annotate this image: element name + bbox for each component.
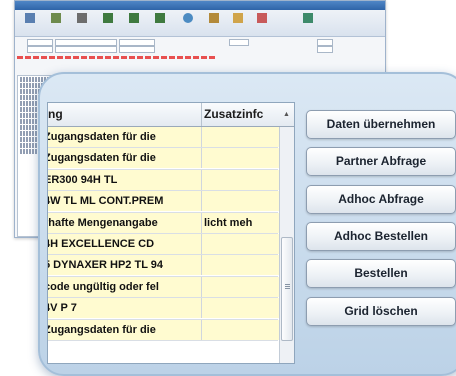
vertical-scrollbar[interactable] (279, 127, 294, 363)
sort-up-icon[interactable]: ▲ (279, 103, 294, 126)
adhoc-abfrage-button[interactable]: Adhoc Abfrage (306, 185, 456, 214)
form-field[interactable] (317, 39, 333, 46)
exit-icon (303, 13, 313, 23)
cell-zusatzinfo (202, 298, 280, 319)
cell-name: code ungültig oder fel (48, 276, 202, 297)
grid-icon (51, 13, 61, 23)
cell-text: rhafte Mengenangabe (48, 216, 158, 229)
cell-zusatzinfo (202, 319, 280, 340)
calendar-icon (257, 13, 267, 23)
toolbar-button[interactable] (45, 12, 67, 34)
background-title-bar (15, 1, 385, 10)
cell-zusatzinfo (202, 191, 280, 212)
form-field[interactable] (119, 46, 155, 53)
form-field[interactable] (229, 39, 249, 46)
cell-name: 4H EXCELLENCE CD (48, 233, 202, 254)
cell-text: Zugangsdaten für die (48, 323, 156, 336)
result-grid[interactable]: ng Zusatzinfc ▲ Zugangsdaten für die Zug… (47, 102, 295, 364)
folder-icon (233, 13, 243, 23)
form-field[interactable] (27, 39, 53, 46)
cell-zusatzinfo (202, 276, 280, 297)
column-header-zusatzinfo[interactable]: Zusatzinfc (202, 103, 280, 126)
toolbar-button[interactable] (19, 12, 41, 34)
cell-zusatzinfo (202, 127, 280, 147)
toolbar-button[interactable] (177, 12, 199, 34)
cell-zusatzinfo (202, 255, 280, 276)
cell-text: 4V P 7 (48, 302, 77, 315)
background-form (15, 37, 385, 53)
cell-text: 4W TL ML CONT.PREM (48, 195, 164, 208)
cell-name: 4V P 7 (48, 298, 202, 319)
zoom-panel: ng Zusatzinfc ▲ Zugangsdaten für die Zug… (38, 72, 456, 376)
cell-zusatzinfo: licht meh (202, 212, 280, 233)
table-row[interactable]: ER300 94H TL (48, 169, 280, 192)
table-row[interactable]: Zugangsdaten für die (48, 127, 280, 149)
cell-name: rhafte Mengenangabe (48, 212, 202, 233)
bestellen-button[interactable]: Bestellen (306, 259, 456, 288)
cell-zusatzinfo (202, 148, 280, 169)
grid-loeschen-button[interactable]: Grid löschen (306, 297, 456, 326)
table-row[interactable]: 4H EXCELLENCE CD (48, 233, 280, 256)
partner-abfrage-button[interactable]: Partner Abfrage (306, 147, 456, 176)
cell-text: Zugangsdaten für die (48, 131, 156, 143)
scrollbar-thumb[interactable] (281, 237, 293, 341)
toolbar-button[interactable] (227, 12, 249, 34)
cell-name: 5 DYNAXER HP2 TL 94 (48, 255, 202, 276)
daten-uebernehmen-button[interactable]: Daten übernehmen (306, 110, 456, 139)
print-icon (77, 13, 87, 23)
table-icon (129, 13, 139, 23)
toolbar-button[interactable] (149, 12, 171, 34)
table-row[interactable]: 5 DYNAXER HP2 TL 94 (48, 255, 280, 277)
form-field[interactable] (55, 39, 117, 46)
grid-rows: Zugangsdaten für die Zugangsdaten für di… (48, 127, 280, 341)
cell-text: 4H EXCELLENCE CD (48, 237, 155, 250)
cell-name: 4W TL ML CONT.PREM (48, 191, 202, 212)
cell-text: ER300 94H TL (48, 173, 118, 186)
cell-zusatzinfo (202, 169, 280, 190)
background-toolbar (15, 10, 385, 37)
column-header-name[interactable]: ng (48, 103, 202, 126)
form-field[interactable] (119, 39, 155, 46)
grid-header: ng Zusatzinfc ▲ (48, 103, 294, 127)
toolbar-button[interactable] (123, 12, 145, 34)
cell-text: code ungültig oder fel (48, 280, 159, 293)
table-row[interactable]: 4W TL ML CONT.PREM (48, 191, 280, 213)
cell-name: Zugangsdaten für die (48, 319, 202, 340)
toolbar-button[interactable] (297, 12, 319, 34)
error-text-line (17, 56, 217, 59)
form-field[interactable] (27, 46, 53, 53)
box-icon (209, 13, 219, 23)
table-icon (103, 13, 113, 23)
table-row[interactable]: Zugangsdaten für die (48, 319, 280, 341)
toolbar-button[interactable] (97, 12, 119, 34)
cell-text: Zugangsdaten für die (48, 152, 156, 165)
cell-name: ER300 94H TL (48, 169, 202, 190)
cell-name: Zugangsdaten für die (48, 148, 202, 169)
table-row[interactable]: rhafte Mengenangabe licht meh (48, 212, 280, 234)
cell-zusatzinfo (202, 233, 280, 254)
form-field[interactable] (317, 46, 333, 53)
table-row[interactable]: 4V P 7 (48, 298, 280, 320)
grip-icon (285, 284, 290, 285)
document-icon (25, 13, 35, 23)
table-row[interactable]: code ungültig oder fel (48, 276, 280, 299)
toolbar-button[interactable] (71, 12, 93, 34)
refresh-icon (183, 13, 193, 23)
toolbar-button[interactable] (251, 12, 273, 34)
table-icon (155, 13, 165, 23)
table-row[interactable]: Zugangsdaten für die (48, 148, 280, 170)
toolbar-button[interactable] (203, 12, 225, 34)
cell-name: Zugangsdaten für die (48, 127, 202, 147)
cell-text: 5 DYNAXER HP2 TL 94 (48, 259, 164, 272)
adhoc-bestellen-button[interactable]: Adhoc Bestellen (306, 222, 456, 251)
form-field[interactable] (55, 46, 117, 53)
